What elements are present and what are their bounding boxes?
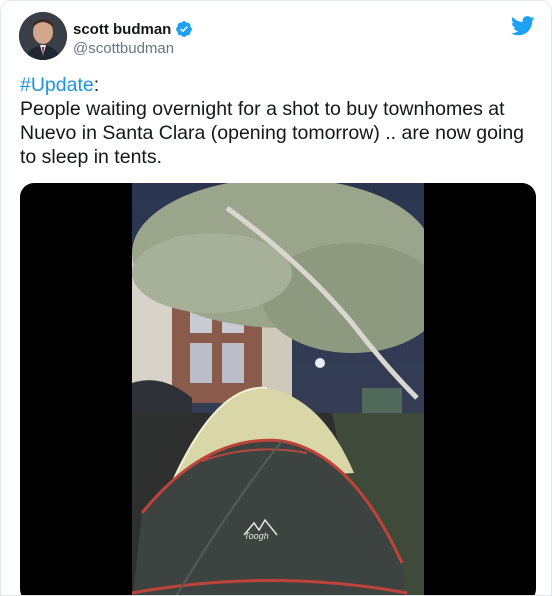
author-name-row: scott budman — [73, 19, 193, 39]
tweet-card: scott budman @scottbudman #Update: Peopl… — [0, 0, 552, 596]
author-name[interactable]: scott budman — [73, 21, 171, 38]
twitter-bird-icon[interactable] — [510, 16, 535, 36]
hashtag-link[interactable]: #Update — [20, 74, 94, 96]
hashtag-colon: : — [93, 74, 100, 96]
video-frame[interactable]: Toogh — [131, 183, 442, 595]
tweet-header: scott budman @scottbudman — [19, 12, 535, 64]
author-avatar[interactable] — [19, 12, 67, 60]
author-handle[interactable]: @scottbudman — [73, 40, 174, 57]
tweet-text: #Update: People waiting overnight for a … — [20, 73, 530, 169]
tweet-body: People waiting overnight for a shot to b… — [20, 98, 525, 168]
tent-logo-text: Toogh — [244, 531, 269, 541]
verified-badge-icon — [175, 20, 193, 38]
video-player[interactable]: Toogh — [20, 183, 536, 595]
